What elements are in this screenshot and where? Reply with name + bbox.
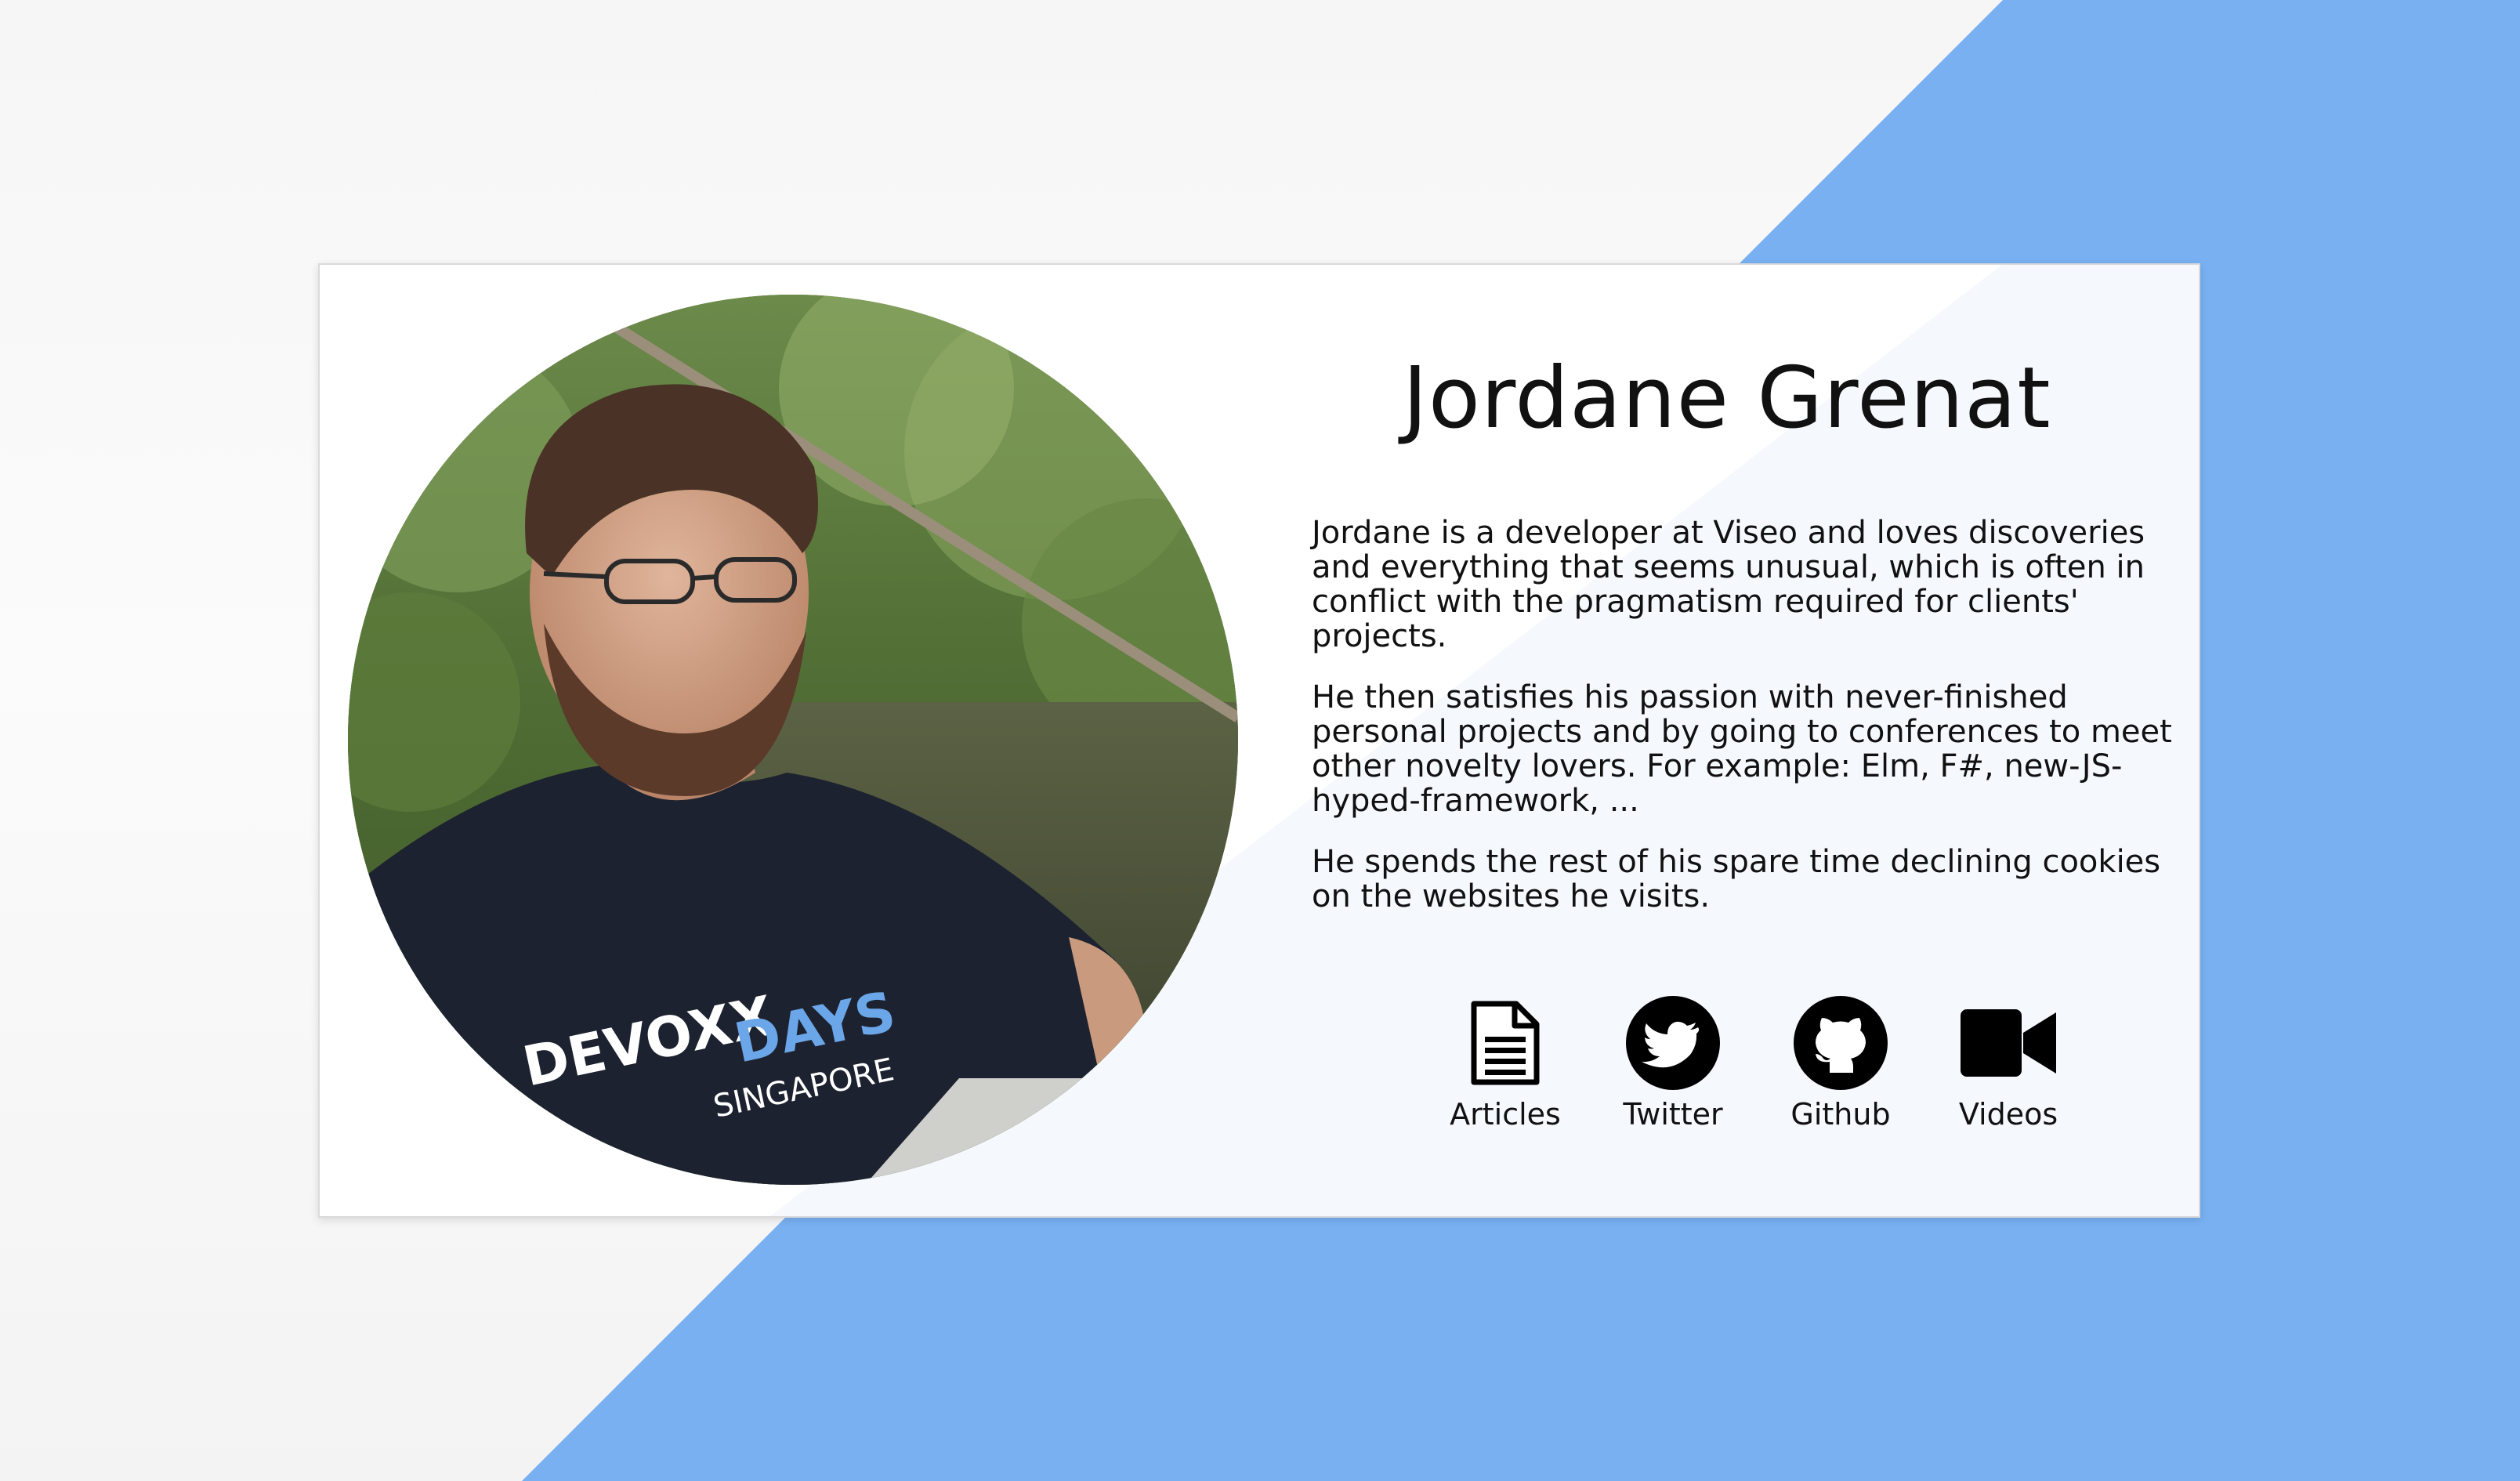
- profile-photo: DEVOXX DAYS SINGAPORE: [348, 295, 1238, 1185]
- document-icon: [1456, 994, 1555, 1092]
- profile-info: Jordane Grenat Jordane is a developer at…: [1312, 265, 2181, 1216]
- articles-link[interactable]: Articles: [1421, 994, 1589, 1132]
- twitter-icon: [1624, 994, 1722, 1092]
- github-label: Github: [1790, 1097, 1891, 1132]
- videos-label: Videos: [1958, 1097, 2058, 1132]
- bio-paragraph: He then satisfies his passion with never…: [1312, 679, 2172, 819]
- social-links: Articles Twitter Github Videos: [1421, 994, 2092, 1132]
- github-icon: [1791, 994, 1890, 1092]
- bio-paragraph: He spends the rest of his spare time dec…: [1312, 844, 2161, 914]
- twitter-link[interactable]: Twitter: [1589, 994, 1757, 1132]
- bio-paragraph: Jordane is a developer at Viseo and love…: [1312, 515, 2145, 654]
- twitter-label: Twitter: [1623, 1097, 1723, 1132]
- profile-name: Jordane Grenat: [1403, 349, 2051, 447]
- video-camera-icon: [1959, 994, 2058, 1092]
- profile-bio: Jordane is a developer at Viseo and love…: [1312, 516, 2181, 940]
- videos-link[interactable]: Videos: [1924, 994, 2092, 1132]
- articles-label: Articles: [1450, 1097, 1561, 1132]
- profile-card: DEVOXX DAYS SINGAPORE Jordane Grenat Jor…: [318, 263, 2200, 1218]
- github-link[interactable]: Github: [1757, 994, 1924, 1132]
